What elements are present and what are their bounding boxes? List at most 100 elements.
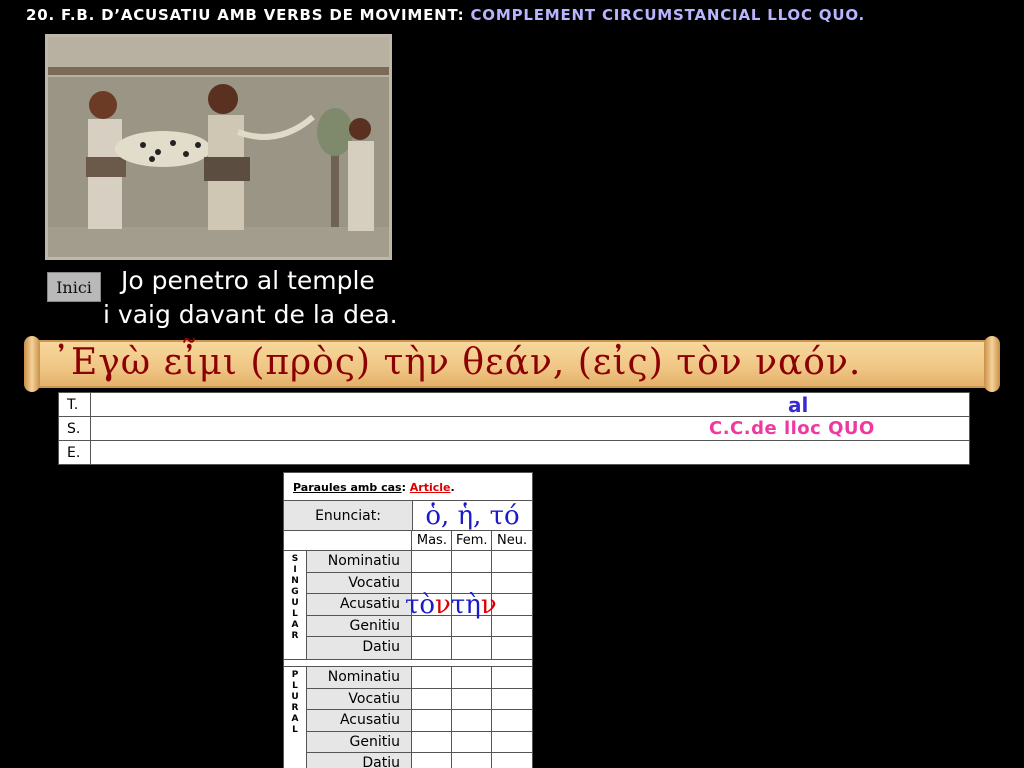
case-label: Acusatiu [307,710,412,731]
plural-letter: L [292,724,298,735]
analysis-label-s: S. [58,416,91,441]
plural-block: P L U R A L Nominatiu Vocatiu Acusatiu G… [284,665,532,768]
case-label: Vocatiu [307,688,412,710]
declension-header: Paraules amb cas: Article. [284,473,532,501]
inici-button[interactable]: Inici [47,272,101,302]
gender-header-row: Mas. Fem. Neu. [284,531,532,551]
analysis-value-s: C.C.de lloc QUO [709,418,875,439]
analysis-row-t: T. al [58,392,970,417]
plural-letter: P [291,669,299,680]
case-row: Datiu [307,637,532,659]
translation-line-1: Jo penetro al temple [121,266,375,295]
singular-letter: R [291,631,299,641]
greek-sentence: ᾿Εγὼ εἶμι (πρὸς) τὴν θεάν, (εἰς) τὸν ναό… [52,342,862,383]
analysis-label-e: E. [58,440,91,465]
case-row: Genitiu [307,731,532,754]
case-label: Acusatiu [307,594,412,615]
cell-input[interactable] [412,688,452,710]
cell-input[interactable] [492,637,532,659]
gender-header-blank [284,531,413,550]
case-label: Datiu [307,753,412,768]
cell-input[interactable] [492,732,532,753]
cell-input[interactable] [412,753,452,768]
enunciat-label: Enunciat: [284,501,413,530]
cell-input[interactable] [452,551,492,572]
fresco-illustration [48,37,389,257]
parchment-scroll: ᾿Εγὼ εἶμι (πρὸς) τὴν θεάν, (εἰς) τὸν ναό… [22,334,1002,394]
cell-input[interactable] [452,637,492,659]
cell-input[interactable] [412,710,452,731]
cell-input[interactable] [412,666,452,688]
case-label: Nominatiu [307,666,412,688]
plural-rows: Nominatiu Vocatiu Acusatiu Genitiu Datiu [307,666,532,768]
case-label: Genitiu [307,731,412,753]
singular-label: S I N G U L A R [284,551,307,659]
cell-input[interactable] [452,753,492,768]
scroll-curl-right [984,336,1000,392]
cell-input[interactable] [492,616,532,637]
declension-header-prefix: Paraules amb cas [293,481,402,494]
gender-header-fem: Fem. [452,531,493,550]
analysis-row-s: S. C.C.de lloc QUO [58,416,970,441]
declension-header-word: Article [409,481,451,494]
plural-letter: A [291,713,299,724]
singular-letter: S [291,554,299,564]
analysis-cell-e[interactable] [90,440,970,465]
analysis-value-t: al [788,393,809,417]
singular-letter: N [291,576,299,586]
title-lead: 20. F.B. D’ACUSATIU AMB VERBS DE MOVIMEN… [26,6,471,24]
gender-header-neu: Neu. [497,533,528,548]
acusatiu-fem-ending: ν [480,590,497,620]
cell-input[interactable] [412,637,452,659]
acusatiu-singular-forms: τὸντὴν [405,590,497,620]
declension-header-sep: : [401,481,410,494]
enunciat-row: Enunciat: ὁ, ἡ, τό [284,501,532,531]
singular-letter: I [293,565,297,575]
analysis-cell-t[interactable]: al [90,392,970,417]
acusatiu-mas-ending: ν [435,590,451,620]
case-label: Nominatiu [307,551,412,572]
cell-input[interactable] [492,551,532,572]
plural-letter: L [292,680,298,691]
cell-input[interactable] [492,573,532,594]
cell-input[interactable] [452,710,492,731]
scroll-curl-left [24,336,40,392]
gender-header-mas: Mas. [412,531,453,550]
cell-input[interactable] [412,551,452,572]
acusatiu-fem-stem: τὴ [450,590,481,620]
translation-line-2: i vaig davant de la dea. [103,300,398,329]
singular-letter: U [291,598,299,608]
analysis-table: T. al S. C.C.de lloc QUO E. [58,392,970,465]
declension-header-end: . [450,481,455,494]
plural-letter: U [291,691,299,702]
case-label: Genitiu [307,615,412,637]
cell-input[interactable] [492,594,532,615]
page-title: 20. F.B. D’ACUSATIU AMB VERBS DE MOVIMEN… [26,6,865,24]
analysis-label-t: T. [58,392,91,417]
fresco-image [45,34,392,260]
case-row: Nominatiu [307,551,532,573]
case-label: Datiu [307,637,412,659]
acusatiu-mas-stem: τὸ [405,590,436,620]
cell-input[interactable] [412,731,452,753]
title-accent: COMPLEMENT CIRCUMSTANCIAL LLOC QUO. [470,6,866,24]
analysis-cell-s[interactable]: C.C.de lloc QUO [90,416,970,441]
plural-letter: R [291,702,299,713]
declension-table: Paraules amb cas: Article. Enunciat: ὁ, … [283,472,533,768]
cell-input[interactable] [452,688,492,710]
plural-label: P L U R A L [284,666,307,768]
cell-input[interactable] [492,710,532,731]
cell-input[interactable] [492,667,532,688]
analysis-row-e: E. [58,440,970,465]
case-row: Nominatiu [307,666,532,689]
cell-input[interactable] [492,753,532,768]
case-row: Datiu [307,753,532,768]
cell-input[interactable] [492,689,532,710]
enunciat-value: ὁ, ἡ, τό [425,500,520,531]
singular-letter: G [291,587,299,597]
case-label: Vocatiu [307,572,412,594]
singular-letter: A [291,620,299,630]
cell-input[interactable] [452,666,492,688]
case-row: Acusatiu [307,710,532,732]
cell-input[interactable] [452,731,492,753]
